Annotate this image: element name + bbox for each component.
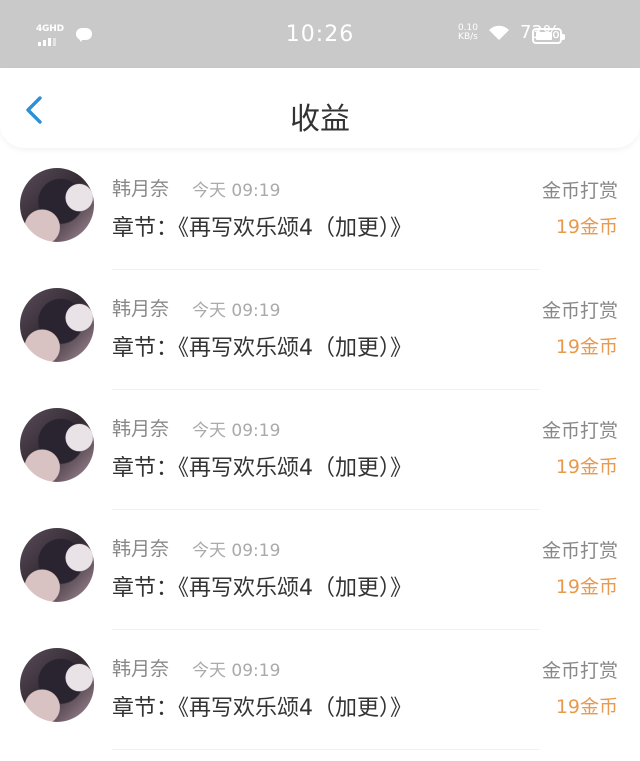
user-name: 韩月奈 — [112, 298, 170, 320]
battery-icon — [532, 28, 565, 44]
list-item[interactable]: 韩月奈 今天 09:19 章节：《再写欢乐颂4（加更）》 金币打赏 19金币 — [0, 630, 640, 750]
timestamp: 今天 09:19 — [192, 301, 281, 321]
chapter-title: 章节：《再写欢乐颂4（加更）》 — [112, 696, 412, 721]
reward-type: 金币打赏 — [541, 660, 618, 682]
reward-type: 金币打赏 — [541, 420, 618, 442]
timestamp: 今天 09:19 — [192, 541, 281, 561]
reward-amount: 19金币 — [555, 456, 618, 478]
timestamp: 今天 09:19 — [192, 661, 281, 681]
user-name: 韩月奈 — [112, 538, 170, 560]
chapter-title: 章节：《再写欢乐颂4（加更）》 — [112, 576, 412, 601]
list-item[interactable]: 韩月奈 今天 09:19 章节：《再写欢乐颂4（加更）》 金币打赏 19金币 — [0, 150, 640, 270]
list-item[interactable]: 韩月奈 今天 09:19 章节：《再写欢乐颂4（加更）》 金币打赏 19金币 — [0, 510, 640, 630]
top-nav: 收益 — [0, 68, 640, 148]
reward-amount: 19金币 — [555, 696, 618, 718]
avatar — [20, 408, 94, 482]
page-title: 收益 — [290, 102, 350, 137]
avatar — [20, 168, 94, 242]
earnings-list: 韩月奈 今天 09:19 章节：《再写欢乐颂4（加更）》 金币打赏 19金币 韩… — [0, 150, 640, 750]
timestamp: 今天 09:19 — [192, 181, 281, 201]
chapter-title: 章节：《再写欢乐颂4（加更）》 — [112, 456, 412, 481]
user-name: 韩月奈 — [112, 178, 170, 200]
chapter-title: 章节：《再写欢乐颂4（加更）》 — [112, 336, 412, 361]
speed-unit: KB/s — [458, 31, 478, 42]
timestamp: 今天 09:19 — [192, 421, 281, 441]
reward-amount: 19金币 — [555, 336, 618, 358]
network-speed: 0.10 KB/s — [458, 23, 478, 42]
user-name: 韩月奈 — [112, 658, 170, 680]
avatar — [20, 648, 94, 722]
avatar — [20, 528, 94, 602]
status-bar: 4GHD 10:26 0.10 KB/s 73% — [0, 0, 640, 68]
reward-amount: 19金币 — [555, 216, 618, 238]
list-item[interactable]: 韩月奈 今天 09:19 章节：《再写欢乐颂4（加更）》 金币打赏 19金币 — [0, 390, 640, 510]
reward-amount: 19金币 — [555, 576, 618, 598]
wifi-icon — [488, 25, 509, 40]
reward-type: 金币打赏 — [541, 300, 618, 322]
user-name: 韩月奈 — [112, 418, 170, 440]
divider — [112, 749, 540, 750]
avatar — [20, 288, 94, 362]
reward-type: 金币打赏 — [541, 540, 618, 562]
reward-type: 金币打赏 — [541, 180, 618, 202]
chapter-title: 章节：《再写欢乐颂4（加更）》 — [112, 216, 412, 241]
list-item[interactable]: 韩月奈 今天 09:19 章节：《再写欢乐颂4（加更）》 金币打赏 19金币 — [0, 270, 640, 390]
